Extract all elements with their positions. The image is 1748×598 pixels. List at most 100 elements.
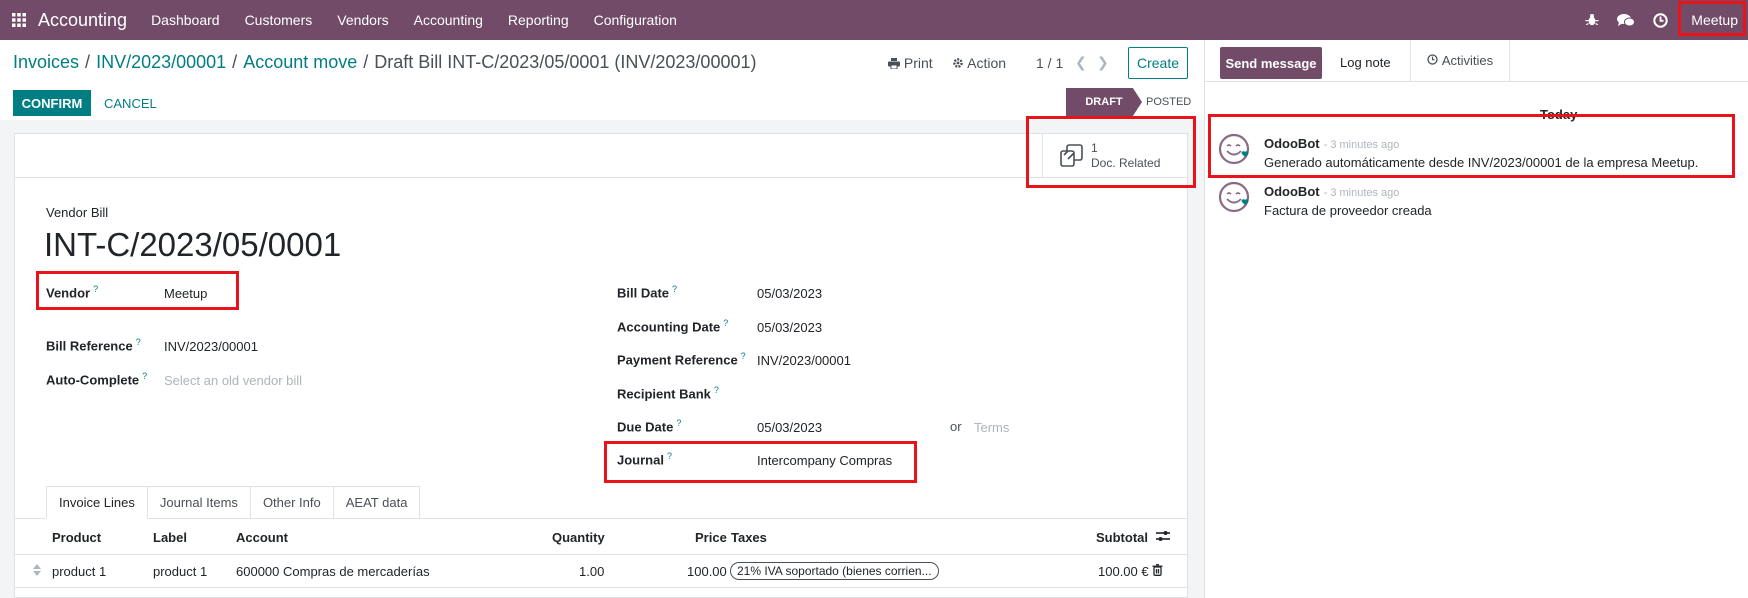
pager-value[interactable]: 1 / 1: [1036, 55, 1063, 71]
menu-configuration[interactable]: Configuration: [594, 12, 677, 28]
chatter-panel: [1204, 40, 1748, 598]
bill-date-label: Bill Date?: [617, 284, 678, 301]
document-type: Vendor Bill: [46, 205, 109, 220]
breadcrumb: Invoices / INV/2023/00001/Account move / Dra…: [13, 52, 757, 72]
payment-reference-label: Payment Reference?: [617, 351, 746, 368]
menu-accounting[interactable]: Accounting: [414, 12, 483, 28]
odoobot-avatar[interactable]: [1218, 181, 1252, 215]
accounting-date-label: Accounting Date?: [617, 318, 729, 335]
action-label: Action: [967, 55, 1007, 71]
due-date-field[interactable]: 05/03/2023: [757, 420, 822, 435]
journal-field[interactable]: Intercompany Compras: [757, 453, 892, 468]
tab-invoice-lines[interactable]: Invoice Lines: [46, 486, 148, 519]
message-author[interactable]: OdooBot - 3 minutes ago: [1264, 184, 1399, 199]
print-button[interactable]: Print: [888, 55, 933, 71]
journal-help-icon[interactable]: ?: [667, 451, 672, 461]
column-header-taxes[interactable]: Taxes: [731, 530, 767, 545]
bug-icon[interactable]: [1575, 0, 1609, 40]
optional-columns-icon[interactable]: [1156, 530, 1170, 545]
status-step-posted[interactable]: POSTED: [1146, 96, 1191, 108]
gear-icon: [952, 55, 967, 71]
tab-journal-items[interactable]: Journal Items: [147, 486, 251, 519]
table-header-divider: [14, 554, 1188, 555]
column-header-account[interactable]: Account: [236, 530, 288, 545]
recipient-bank-label: Recipient Bank?: [617, 385, 719, 402]
journal-label: Journal?: [617, 451, 672, 468]
create-button[interactable]: Create: [1128, 47, 1188, 79]
breadcrumb-invoice[interactable]: INV/2023/00001: [96, 52, 226, 72]
auto-complete-input[interactable]: Select an old vendor bill: [164, 373, 302, 388]
payment-terms-input[interactable]: Terms: [974, 420, 1009, 435]
bill-date-field[interactable]: 05/03/2023: [757, 286, 822, 301]
tab-other-info[interactable]: Other Info: [250, 486, 334, 519]
doc-related-label: Doc. Related: [1091, 155, 1161, 170]
line-price[interactable]: 100.00: [687, 564, 727, 579]
bill-reference-field[interactable]: INV/2023/00001: [164, 339, 258, 354]
cancel-button[interactable]: CANCEL: [104, 96, 157, 111]
line-tax-tag[interactable]: 21% IVA soportado (bienes corrien...: [730, 562, 939, 580]
accounting-date-help-icon[interactable]: ?: [723, 318, 728, 328]
column-header-price[interactable]: Price: [695, 530, 727, 545]
menu-dashboard[interactable]: Dashboard: [151, 12, 220, 28]
menu-reporting[interactable]: Reporting: [508, 12, 569, 28]
message-body: Factura de proveedor creada: [1264, 203, 1432, 218]
line-product[interactable]: product 1: [52, 564, 106, 579]
button-box-divider: [14, 177, 1188, 178]
status-step-draft[interactable]: DRAFT: [1066, 88, 1142, 116]
apps-menu-icon[interactable]: [0, 0, 38, 40]
or-text: or: [950, 419, 962, 434]
table-row-divider: [14, 587, 1188, 588]
trash-icon[interactable]: [1152, 564, 1163, 579]
bill-date-help-icon[interactable]: ?: [672, 284, 677, 294]
clock-icon[interactable]: [1643, 0, 1677, 40]
breadcrumb-invoices[interactable]: Invoices: [13, 52, 79, 72]
log-note-button[interactable]: Log note: [1340, 55, 1391, 70]
doc-related-smart-button[interactable]: 1 Doc. Related: [1042, 134, 1188, 177]
bill-reference-help-icon[interactable]: ?: [136, 337, 141, 347]
chat-icon[interactable]: [1609, 0, 1643, 40]
chatter-topbar-divider: [1204, 81, 1748, 82]
auto-complete-label: Auto-Complete?: [46, 371, 148, 388]
due-date-help-icon[interactable]: ?: [676, 418, 681, 428]
tab-aeat-data[interactable]: AEAT data: [333, 486, 421, 519]
action-button[interactable]: Action: [952, 55, 1006, 71]
print-label: Print: [903, 55, 933, 71]
accounting-date-field[interactable]: 05/03/2023: [757, 320, 822, 335]
form-tabs: Invoice Lines Journal Items Other Info A…: [46, 486, 421, 519]
breadcrumb-account-move[interactable]: Account move: [243, 52, 357, 72]
menu-vendors[interactable]: Vendors: [337, 12, 388, 28]
company-switcher[interactable]: Meetup: [1677, 0, 1748, 40]
printer-icon: [888, 55, 904, 71]
menu-customers[interactable]: Customers: [245, 12, 313, 28]
column-header-quantity[interactable]: Quantity: [552, 530, 605, 545]
vendor-label: Vendor?: [46, 284, 99, 301]
line-label[interactable]: product 1: [153, 564, 207, 579]
column-header-subtotal[interactable]: Subtotal: [1096, 530, 1148, 545]
drag-handle-icon[interactable]: [33, 564, 41, 579]
date-separator: Today: [1540, 107, 1578, 122]
vendor-help-icon[interactable]: ?: [93, 284, 98, 294]
pager-previous-icon[interactable]: ❮: [1075, 54, 1087, 71]
send-message-button[interactable]: Send message: [1220, 47, 1322, 79]
message-body: Generado automáticamente desde INV/2023/…: [1264, 155, 1699, 170]
line-quantity[interactable]: 1.00: [579, 564, 604, 579]
payment-reference-field[interactable]: INV/2023/00001: [757, 353, 851, 368]
activities-button[interactable]: Activities: [1410, 40, 1510, 81]
column-header-label[interactable]: Label: [153, 530, 187, 545]
breadcrumb-current: Draft Bill INT-C/2023/05/0001 (INV/2023/…: [374, 52, 757, 72]
pager-next-icon[interactable]: ❯: [1097, 54, 1109, 71]
app-name[interactable]: Accounting: [38, 10, 127, 31]
activities-label: Activities: [1441, 53, 1494, 68]
payment-reference-help-icon[interactable]: ?: [741, 351, 746, 361]
message-time: - 3 minutes ago: [1323, 139, 1400, 151]
vendor-field[interactable]: Meetup: [164, 286, 207, 301]
line-account[interactable]: 600000 Compras de mercaderías: [236, 564, 430, 579]
line-subtotal: 100.00 €: [1098, 564, 1149, 579]
odoobot-avatar[interactable]: [1218, 133, 1252, 167]
auto-complete-help-icon[interactable]: ?: [142, 371, 147, 381]
confirm-button[interactable]: CONFIRM: [13, 90, 91, 116]
message-author[interactable]: OdooBot - 3 minutes ago: [1264, 136, 1399, 151]
recipient-bank-help-icon[interactable]: ?: [714, 385, 719, 395]
column-header-product[interactable]: Product: [52, 530, 101, 545]
copy-documents-icon: [1059, 143, 1085, 169]
